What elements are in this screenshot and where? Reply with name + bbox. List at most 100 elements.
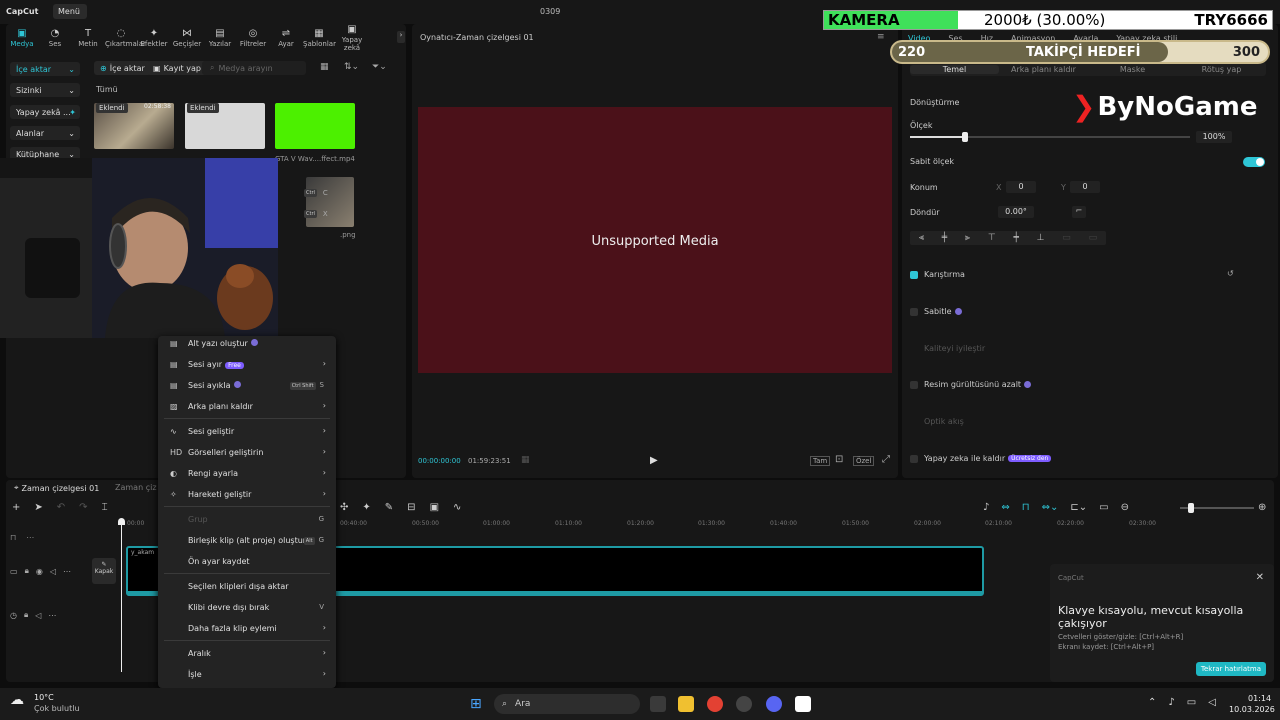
scale-slider-handle[interactable] [962,132,968,142]
menu-item[interactable]: ✧ Hareketi geliştir › [158,487,336,505]
network-icon[interactable]: ▭ [1187,697,1196,708]
more-icon[interactable]: ⋯ [26,533,34,542]
chevron-up-icon[interactable]: ⌃ [1148,697,1156,708]
grid-view-icon[interactable]: ▦ [320,62,329,72]
waveform-icon[interactable]: ∿ [453,502,461,513]
play-icon[interactable]: ▶ [650,455,658,466]
menu-item[interactable]: Seçilen klipleri dışa aktar [158,579,336,597]
align-bottom-icon[interactable]: ⊥ [1037,233,1045,243]
tool-yaz-lar[interactable]: ▤ Yazılar [204,28,236,48]
fullscreen-icon[interactable]: ⤢ [882,454,890,465]
image-icon[interactable]: ▣ [430,502,439,513]
denoise-checkbox[interactable] [910,380,918,389]
sidebar-item-spaces[interactable]: Alanlar ⌄ [10,126,80,140]
rotate-reset-icon[interactable]: ⌐ [1072,206,1086,218]
align-center-icon[interactable]: ╪ [942,233,947,243]
volume-icon[interactable]: ◁ [1208,697,1216,708]
playhead[interactable] [121,522,122,672]
capcut-taskbar-icon[interactable] [795,696,811,712]
tool-metin[interactable]: T Metin [72,28,104,48]
split-icon[interactable]: ⌶ [102,502,108,513]
media-thumb[interactable]: Eklendi [185,103,265,149]
tab-basic[interactable]: Temel [910,64,999,74]
link-icon[interactable]: ⇔ [1001,502,1009,513]
tab-remove-bg[interactable]: Arka planı kaldır [999,65,1088,74]
tool-yapay-zek-[interactable]: ▣ Yapay zekâ [336,24,368,52]
menu-item-shortcut[interactable]: Ctrl X [302,210,328,218]
ratio-button[interactable]: Özel [853,456,875,466]
sidebar-item-ai[interactable]: Yapay zekâ ... ✦ [10,105,80,119]
media-thumb[interactable]: Eklendi 02:58:38 [94,103,174,149]
lock-icon[interactable]: 🔒︎ [25,566,29,576]
menu-item[interactable]: Daha fazla klip eylemi › [158,621,336,639]
speaker-icon[interactable]: ◁ [50,567,56,576]
more-icon[interactable]: ⋯ [63,567,71,576]
sort-icon[interactable]: ⇅⌄ [344,62,359,72]
import-button[interactable]: ⊕ İçe aktar [94,61,151,75]
discord-icon[interactable] [766,696,782,712]
fit-button[interactable]: Tam [810,456,831,466]
task-view-icon[interactable] [650,696,666,712]
cover-button[interactable]: ✎ Kapak [92,558,116,584]
scale-value[interactable]: 100% [1196,131,1232,143]
stabilize-checkbox[interactable] [910,307,918,316]
redo-icon[interactable]: ↷ [79,502,87,513]
magic-icon[interactable]: ✎ [385,502,393,513]
file-explorer-icon[interactable] [678,696,694,712]
ai-remove-row[interactable]: Yapay zeka ile kaldır Ücretsiz den [910,454,1052,463]
scale-slider[interactable] [910,136,1190,138]
rotate-input[interactable]: 0.00° [998,206,1034,218]
freeze-icon[interactable]: ✣ [340,502,348,513]
menu-item[interactable]: ◐ Rengi ayarla › [158,466,336,484]
zoom-out-icon[interactable]: ⊖ [1121,502,1129,513]
chevron-right-icon[interactable]: › [397,31,405,43]
ai-remove-checkbox[interactable] [910,454,918,463]
weather-icon[interactable]: ☁ [10,692,24,708]
media-thumb[interactable] [275,103,355,149]
blend-checkbox[interactable] [910,270,918,279]
menu-lines-icon[interactable]: ≡ [877,32,885,42]
menu-item[interactable]: ▨ Arka planı kaldır › [158,399,336,417]
snap-icon[interactable]: ⇔⌄ [1042,502,1059,513]
media-thumb[interactable] [306,177,354,227]
stabilize-row[interactable]: Sabitle [910,307,962,316]
tool-efektler[interactable]: ✦ Efektler [138,28,170,48]
crop-icon[interactable]: ⊟ [407,502,415,513]
mic-icon[interactable]: ♪ [983,502,989,513]
fit-timeline-icon[interactable]: ▭ [1099,502,1108,513]
align-middle-icon[interactable]: ┿ [1013,233,1018,243]
eye-icon[interactable]: ◉ [36,567,43,576]
undo-icon[interactable]: ↶ [57,502,65,513]
menu-item[interactable]: ▤ Sesi ayıkla Ctrl Shift S [158,378,336,396]
close-icon[interactable]: ✕ [1256,572,1264,583]
tab-timeline-02[interactable]: Zaman çiz [115,483,157,492]
windows-start-icon[interactable]: ⊞ [470,696,482,712]
mic-icon[interactable]: ♪ [1168,697,1174,708]
menu-item[interactable]: İşle › [158,667,336,685]
zoom-in-icon[interactable]: ⊕ [1258,502,1266,513]
select-icon[interactable]: ➤ [34,502,42,513]
menu-item[interactable]: Ön ayar kaydet [158,554,336,572]
sidebar-item-yours[interactable]: Sizinki ⌄ [10,83,80,97]
tool-ayar[interactable]: ⇌ Ayar [270,28,302,48]
more-icon[interactable]: ⋯ [48,611,56,620]
zoom-slider-handle[interactable] [1188,503,1194,513]
lock-icon[interactable]: ⊓ [10,533,16,542]
ai-tool-icon[interactable]: ✦ [362,502,370,513]
menu-item[interactable]: Klibi devre dışı bırak V [158,600,336,618]
tool--ablonlar[interactable]: ▦ Şablonlar [303,28,336,48]
taskbar-search[interactable]: ⌕ Ara [494,694,640,714]
menu-item[interactable]: Aralık › [158,646,336,664]
tool-ses[interactable]: ◔ Ses [39,28,71,48]
menu-item[interactable]: ▤ Alt yazı oluştur [158,336,336,354]
reset-icon[interactable]: ↺ [1227,269,1234,278]
sidebar-item-import[interactable]: İçe aktar ⌄ [10,62,80,76]
lock-icon[interactable]: 🔒︎ [24,610,28,620]
tab-mask[interactable]: Maske [1088,65,1177,74]
filter-icon[interactable]: ⏷⌄ [372,62,387,72]
add-icon[interactable]: + [12,502,20,513]
tool-filtreler[interactable]: ◎ Filtreler [237,28,269,48]
align-top-icon[interactable]: ⊤ [988,233,996,243]
chrome-icon[interactable] [707,696,723,712]
position-x-input[interactable]: 0 [1006,181,1036,193]
